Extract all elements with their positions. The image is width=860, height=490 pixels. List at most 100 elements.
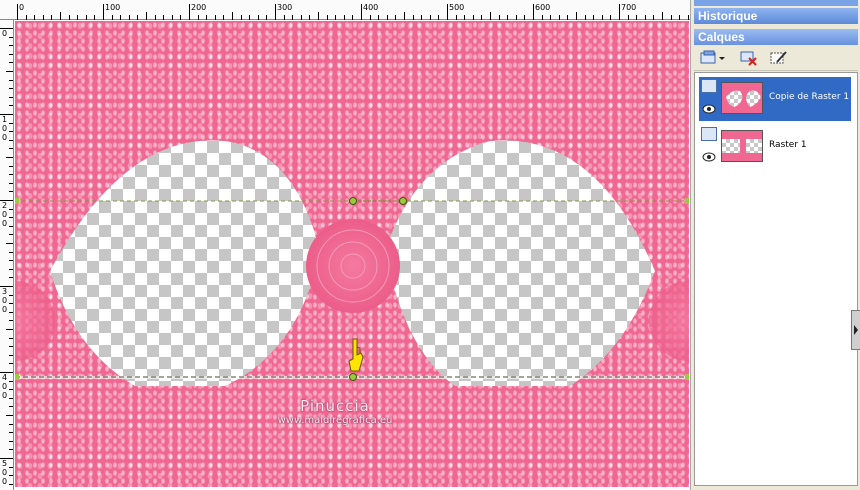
ruler-minor-tick (9, 380, 13, 382)
ruler-left-label: 0 (2, 477, 8, 486)
ruler-minor-tick (653, 15, 655, 20)
ruler-minor-tick (627, 15, 629, 20)
ruler-minor-tick (507, 15, 509, 20)
ruler-minor-tick (9, 320, 13, 322)
ruler-minor-tick (171, 15, 173, 20)
ruler-left-label: 0 (2, 305, 8, 314)
ruler-minor-tick (9, 475, 13, 477)
ruler-minor-tick (481, 15, 483, 20)
ruler-minor-tick (128, 15, 130, 20)
ruler-minor-tick (464, 15, 466, 20)
panel-expand-grip[interactable] (851, 310, 860, 350)
ruler-minor-tick (498, 15, 500, 20)
ruler-major-tick (275, 4, 276, 20)
ruler-minor-tick (9, 217, 13, 219)
ruler-minor-tick (9, 311, 13, 313)
ruler-minor-tick (9, 432, 13, 434)
ruler-minor-tick (9, 182, 13, 184)
ruler-minor-tick (111, 15, 113, 20)
ruler-minor-tick (9, 337, 13, 339)
ruler-minor-tick (9, 36, 13, 38)
ruler-top-label: 200 (191, 3, 207, 12)
ruler-minor-tick (9, 45, 13, 47)
layer-name[interactable]: Copie de Raster 1 (769, 92, 849, 102)
panel-top-strip (694, 0, 858, 6)
ruler-minor-tick (326, 15, 328, 20)
ruler-minor-tick (60, 12, 61, 20)
ruler-minor-tick (9, 423, 13, 425)
ruler-left-label: 5 (2, 459, 8, 468)
ruler-minor-tick (662, 12, 663, 20)
ruler-minor-tick (9, 96, 13, 98)
ruler-minor-tick (679, 15, 681, 20)
layer-properties-button[interactable] (768, 48, 790, 68)
ruler-minor-tick (9, 234, 13, 236)
layer-row-copie-raster-1[interactable]: Copie de Raster 1 (699, 77, 851, 121)
ruler-minor-tick (34, 15, 36, 20)
ruler-major-tick (17, 4, 18, 20)
ruler-minor-tick (9, 260, 13, 262)
ruler-left: 0100200300400500 (0, 20, 14, 490)
ruler-minor-tick (9, 79, 13, 81)
ruler-minor-tick (292, 15, 294, 20)
ruler-minor-tick (94, 15, 96, 20)
ruler-minor-tick (9, 268, 13, 270)
eye-icon[interactable] (702, 104, 716, 114)
layers-panel-header[interactable]: Calques (694, 29, 858, 45)
ruler-left-label: 0 (2, 133, 8, 142)
ruler-minor-tick (601, 15, 603, 20)
ruler-minor-tick (240, 15, 242, 20)
image-canvas[interactable]: Pinuccia www.maidiregrafica.eu (15, 21, 689, 487)
ruler-minor-tick (9, 406, 13, 408)
ruler-minor-tick (687, 15, 689, 20)
ruler-minor-tick (576, 12, 577, 20)
ruler-minor-tick (378, 15, 380, 20)
ruler-minor-tick (223, 15, 225, 20)
ruler-minor-tick (9, 397, 13, 399)
layer-row-raster-1[interactable]: Raster 1 (699, 125, 851, 169)
ruler-minor-tick (206, 15, 208, 20)
ruler-minor-tick (266, 15, 268, 20)
ruler-left-label: 4 (2, 373, 8, 382)
ruler-left-label: 0 (2, 382, 8, 391)
ruler-minor-tick (257, 15, 259, 20)
ruler-left-label: 0 (2, 219, 8, 228)
ruler-minor-tick (6, 329, 13, 330)
properties-icon (770, 51, 787, 64)
new-layer-button[interactable] (698, 48, 728, 68)
eye-icon[interactable] (702, 152, 716, 162)
history-panel-header[interactable]: Historique (694, 8, 858, 24)
layer-thumbnail (721, 130, 763, 162)
ruler-minor-tick (335, 15, 337, 20)
ruler-left-label: 0 (2, 391, 8, 400)
ruler-minor-tick (9, 139, 13, 141)
ruler-minor-tick (9, 303, 13, 305)
layers-panel: Historique Calques Copie de Raster 1 Ras… (690, 0, 860, 490)
ruler-minor-tick (6, 415, 13, 416)
ruler-minor-tick (6, 71, 13, 72)
ruler-minor-tick (25, 15, 27, 20)
ruler-minor-tick (412, 15, 414, 20)
ruler-minor-tick (197, 15, 199, 20)
ruler-minor-tick (438, 15, 440, 20)
ruler-minor-tick (9, 53, 13, 55)
ruler-minor-tick (68, 15, 70, 20)
new-layer-icon (700, 50, 725, 64)
ruler-minor-tick (386, 15, 388, 20)
ruler-left-label: 0 (2, 29, 8, 38)
layer-thumbnail (721, 82, 763, 114)
canvas-workspace[interactable]: 0 100 200 300 400 500 600 700 0100200300400500 (0, 0, 690, 490)
layers-list: Copie de Raster 1 Raster 1 (694, 72, 858, 486)
delete-layer-button[interactable] (738, 48, 760, 68)
delete-layer-icon (740, 51, 757, 66)
layer-name[interactable]: Raster 1 (769, 140, 807, 150)
ruler-minor-tick (9, 449, 13, 451)
ruler-minor-tick (318, 12, 319, 20)
ruler-minor-tick (9, 346, 13, 348)
ruler-top-label: 700 (621, 3, 637, 12)
ruler-minor-tick (9, 277, 13, 279)
ruler-minor-tick (163, 15, 165, 20)
ruler-minor-tick (9, 122, 13, 124)
ruler-minor-tick (154, 15, 156, 20)
ruler-minor-tick (429, 15, 431, 20)
